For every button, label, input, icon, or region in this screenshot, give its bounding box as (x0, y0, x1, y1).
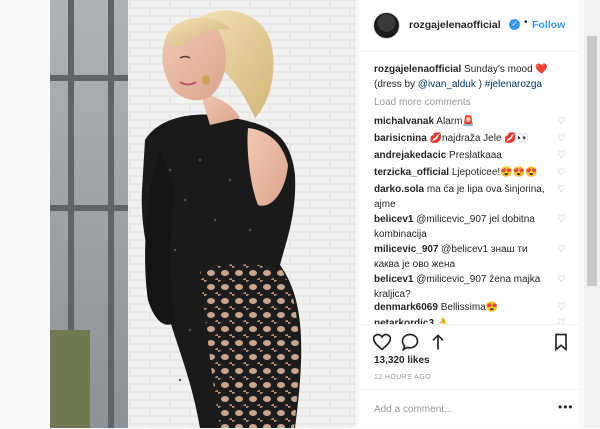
post-header: rozgajelenaofficial ✓ • Follow (358, 0, 579, 52)
comment-heart-icon[interactable]: ♡ (557, 215, 567, 225)
comment-item: netarkordic3 👌 (374, 316, 549, 324)
comment-item: belicev1 @milicevic_907 žena majka kralj… (374, 272, 549, 302)
post-photo[interactable] (50, 0, 356, 428)
comment-item: darko.sola ma ća je lipa ova šinjorina, … (374, 182, 549, 212)
comment-username[interactable]: belicev1 (374, 214, 413, 225)
comment-username[interactable]: michalvanak (374, 116, 434, 127)
follow-button[interactable]: Follow (532, 19, 565, 31)
add-comment-bar: Add a comment... ••• (358, 389, 579, 429)
comment-username[interactable]: terzicka_official (374, 167, 449, 178)
add-comment-input[interactable]: Add a comment... (374, 404, 452, 415)
comment-item: denmark6069 Bellissima😍 (374, 300, 549, 315)
avatar[interactable] (373, 12, 400, 39)
caption-hashtag[interactable]: #jelenarozga (485, 79, 542, 90)
post-sidebar: rozgajelenaofficial ✓ • Follow rozgajele… (357, 0, 579, 428)
caption-close: ) (478, 79, 482, 90)
comment-heart-icon[interactable]: ♡ (557, 134, 567, 144)
header-username[interactable]: rozgajelenaofficial (409, 19, 501, 31)
comments-list[interactable]: rozgajelenaofficial Sunday's mood ❤️ (dr… (358, 56, 579, 324)
load-more-comments-link[interactable]: Load more comments (374, 97, 471, 108)
comment-text: Ljepoticee!😍😍😍 (451, 167, 538, 178)
comment-username[interactable]: barisicnina (374, 133, 427, 144)
comment-username[interactable]: andrejakedacic (374, 150, 446, 161)
heart-icon[interactable] (372, 332, 392, 352)
comment-item: andrejakedacic Preslatkaaa (374, 148, 549, 163)
comment-item: milicevic_907 @belicev1 знаш ти каква је… (374, 242, 549, 272)
comment-text: 💋najdraža Jele 💋👀 (429, 133, 530, 144)
verified-badge-icon: ✓ (509, 19, 520, 30)
post-time: 12 HOURS AGO (374, 374, 431, 381)
share-icon[interactable] (428, 332, 448, 352)
post-image (50, 0, 356, 428)
comment-icon[interactable] (400, 332, 420, 352)
caption-mention[interactable]: @ivan_alduk (418, 79, 476, 90)
comment-heart-icon[interactable]: ♡ (557, 117, 567, 127)
comment-heart-icon[interactable]: ♡ (557, 185, 567, 195)
scrollbar-thumb[interactable] (587, 36, 597, 286)
comment-item: terzicka_official Ljepoticee!😍😍😍 (374, 165, 549, 180)
comment-username[interactable]: belicev1 (374, 274, 413, 285)
post-actions: 13,320 likes 12 HOURS AGO Add a comment.… (358, 324, 579, 428)
comment-heart-icon[interactable]: ♡ (557, 168, 567, 178)
caption: rozgajelenaofficial Sunday's mood ❤️ (dr… (374, 62, 564, 92)
comment-text: Preslatkaaa (449, 150, 502, 161)
separator-dot: • (524, 17, 528, 28)
comment-item: michalvanak Alarm🚨 (374, 114, 549, 129)
likes-count[interactable]: 13,320 likes (374, 355, 430, 366)
bookmark-icon[interactable] (551, 332, 571, 352)
comment-item: barisicnina 💋najdraža Jele 💋👀 (374, 131, 549, 146)
comment-username[interactable]: milicevic_907 (374, 244, 439, 255)
comment-heart-icon[interactable]: ♡ (557, 151, 567, 161)
comment-heart-icon[interactable]: ♡ (557, 275, 567, 285)
comment-heart-icon[interactable]: ♡ (557, 245, 567, 255)
more-options-icon[interactable]: ••• (558, 400, 574, 414)
caption-username[interactable]: rozgajelenaofficial (374, 64, 461, 75)
comment-username[interactable]: denmark6069 (374, 302, 438, 313)
comment-item: belicev1 @milicevic_907 jel dobitna komb… (374, 212, 549, 242)
comment-username[interactable]: darko.sola (374, 184, 424, 195)
comment-text: Alarm🚨 (436, 116, 475, 127)
comment-text: Bellissima😍 (440, 302, 499, 313)
comment-heart-icon[interactable]: ♡ (557, 303, 567, 313)
